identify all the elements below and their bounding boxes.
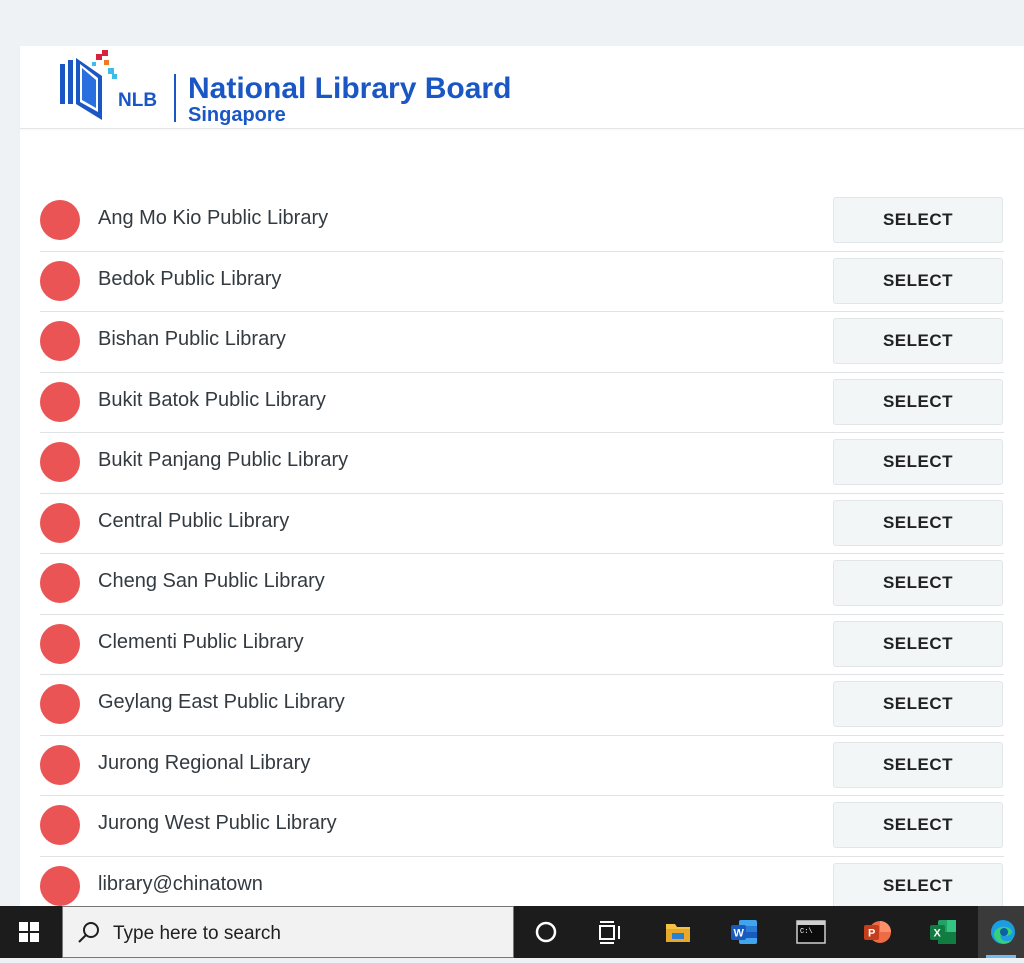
library-row: Geylang East Public Library SELECT: [40, 675, 1004, 736]
search-icon: [78, 922, 99, 943]
library-name: Jurong Regional Library: [98, 751, 311, 774]
svg-text:X: X: [934, 928, 942, 940]
select-button[interactable]: SELECT: [833, 620, 1003, 667]
status-dot: [40, 744, 80, 785]
logo-subtitle: Singapore: [188, 104, 286, 126]
select-button[interactable]: SELECT: [833, 560, 1003, 606]
status-dot: [40, 805, 80, 845]
select-button[interactable]: SELECT: [833, 499, 1003, 546]
select-button[interactable]: SELECT: [833, 681, 1003, 727]
select-button[interactable]: SELECT: [833, 741, 1003, 788]
library-row: Cheng San Public Library SELECT: [40, 554, 1004, 615]
taskbar: Type here to search W C:\ P X: [0, 906, 1024, 958]
select-button[interactable]: SELECT: [833, 802, 1003, 848]
select-button[interactable]: SELECT: [833, 862, 1003, 909]
library-name: Clementi Public Library: [98, 630, 304, 653]
library-list: Ang Mo Kio Public Library SELECT Bedok Pub…: [40, 191, 1004, 916]
status-dot: [40, 502, 80, 543]
library-row: Central Public Library SELECT: [40, 494, 1004, 554]
library-name: Ang Mo Kio Public Library: [98, 207, 329, 229]
select-button[interactable]: SELECT: [833, 439, 1003, 485]
library-name: Cheng San Public Library: [98, 570, 325, 592]
library-name: Central Public Library: [98, 509, 290, 532]
library-row: Bishan Public Library SELECT: [40, 312, 1004, 373]
powerpoint-icon[interactable]: P: [848, 906, 904, 958]
library-name: Bukit Batok Public Library: [98, 388, 326, 411]
library-name: Bedok Public Library: [98, 267, 282, 290]
library-row: Bedok Public Library SELECT: [40, 252, 1004, 312]
page: NLB National Library Board Singapore Ang…: [20, 46, 1024, 909]
nlb-logo-mark-icon: [60, 50, 117, 120]
taskbar-search-box[interactable]: Type here to search: [62, 906, 514, 958]
status-dot: [40, 321, 80, 361]
library-row: Clementi Public Library SELECT: [40, 615, 1004, 675]
excel-icon[interactable]: X: [914, 906, 970, 958]
library-name: Geylang East Public Library: [98, 691, 345, 713]
status-dot: [40, 260, 80, 301]
windows-start-icon[interactable]: [0, 906, 58, 958]
edge-icon[interactable]: [978, 906, 1024, 958]
search-placeholder: Type here to search: [113, 923, 281, 944]
status-dot: [40, 200, 80, 240]
library-name: Jurong West Public Library: [98, 812, 337, 834]
select-button[interactable]: SELECT: [833, 318, 1003, 364]
select-button[interactable]: SELECT: [833, 257, 1003, 304]
svg-text:P: P: [868, 928, 875, 940]
header: NLB National Library Board Singapore: [20, 46, 1024, 129]
status-dot: [40, 684, 80, 724]
library-name: Bishan Public Library: [98, 328, 286, 350]
word-icon[interactable]: W: [715, 906, 771, 958]
task-view-icon[interactable]: [582, 906, 638, 958]
library-row: Jurong Regional Library SELECT: [40, 736, 1004, 796]
select-button[interactable]: SELECT: [833, 378, 1003, 425]
library-row: Ang Mo Kio Public Library SELECT: [40, 191, 1004, 252]
library-row: Bukit Panjang Public Library SELECT: [40, 433, 1004, 494]
logo-title: National Library Board: [188, 72, 511, 105]
svg-text:W: W: [734, 928, 745, 940]
select-button[interactable]: SELECT: [833, 197, 1003, 243]
library-row: Jurong West Public Library SELECT: [40, 796, 1004, 857]
status-dot: [40, 442, 80, 482]
nlb-logo[interactable]: NLB National Library Board Singapore: [58, 50, 528, 126]
cortana-icon[interactable]: [518, 906, 574, 958]
svg-text:C:\: C:\: [800, 928, 813, 936]
status-dot: [40, 865, 80, 906]
status-dot: [40, 381, 80, 422]
library-row: Bukit Batok Public Library SELECT: [40, 373, 1004, 433]
logo-abbr: NLB: [118, 90, 157, 111]
status-dot: [40, 623, 80, 664]
library-name: Bukit Panjang Public Library: [98, 449, 349, 471]
file-explorer-icon[interactable]: [650, 906, 706, 958]
status-dot: [40, 563, 80, 603]
library-name: library@chinatown: [98, 872, 263, 895]
terminal-icon[interactable]: C:\: [782, 906, 838, 958]
